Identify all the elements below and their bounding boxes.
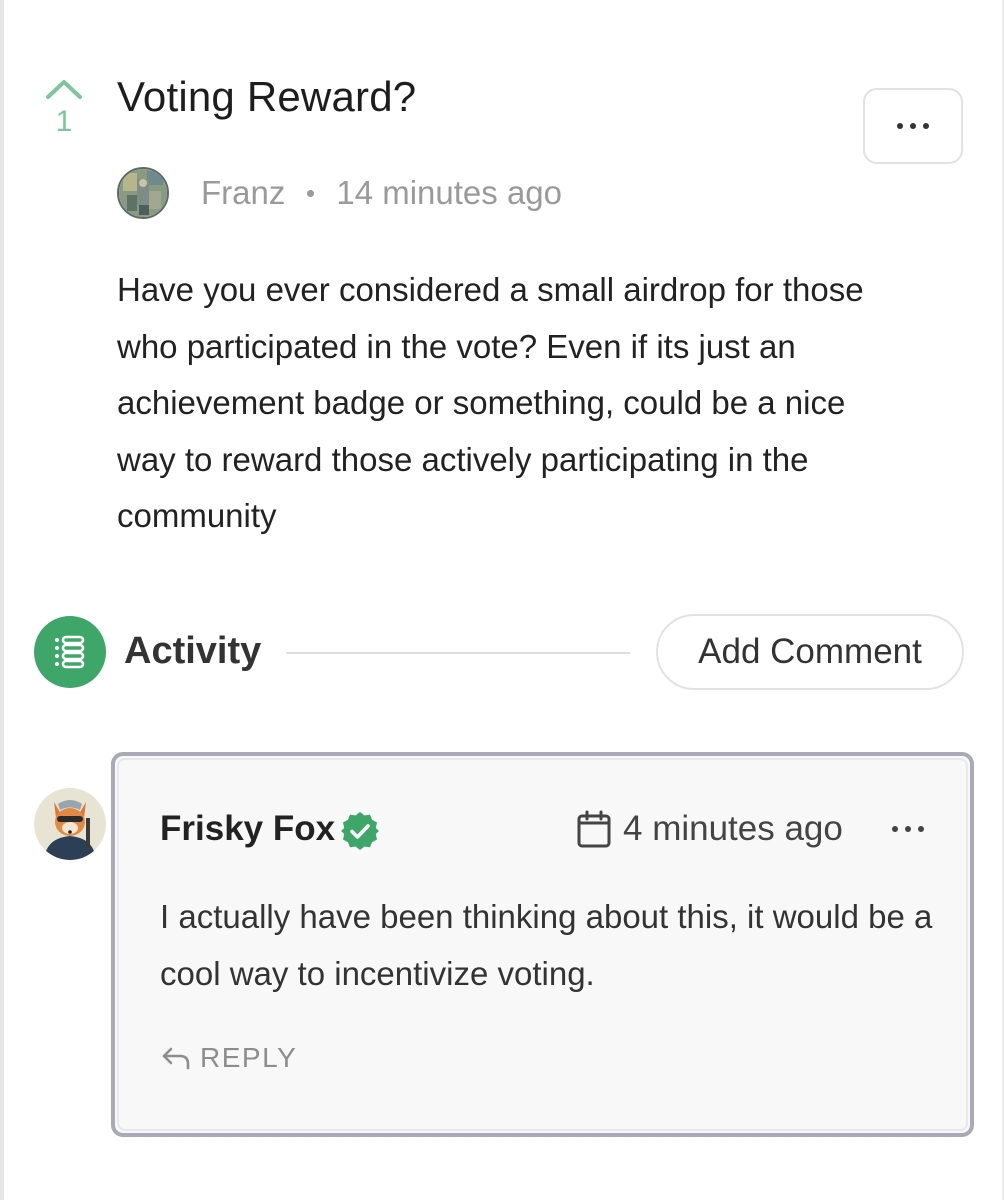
comment-timestamp: 4 minutes ago [623,809,843,848]
reply-arrow-icon [162,1047,190,1070]
comment-card: Frisky Fox 4 minutes ago I actually have… [111,752,974,1137]
post-more-button[interactable] [863,88,963,164]
reply-label: REPLY [200,1042,298,1073]
meta-separator [307,189,315,197]
reply-button[interactable]: REPLY [160,1042,297,1074]
avatar[interactable] [34,788,106,860]
post-title: Voting Reward? [117,73,417,120]
chevron-up-icon[interactable] [44,78,84,100]
post-author[interactable]: Franz [201,174,285,212]
more-horizontal-icon [897,123,929,129]
left-border [0,0,4,1200]
more-horizontal-icon [892,826,924,832]
avatar-image [119,169,167,217]
comment-body: I actually have been thinking about this… [160,898,933,992]
post-detail-page: 1 Voting Reward? Franz 14 minutes ago Ha… [0,0,1004,1200]
activity-heading: Activity [124,630,262,672]
avatar[interactable] [117,167,169,219]
post-body: Have you ever considered a small airdrop… [117,271,864,534]
verified-badge-icon [341,812,379,850]
comment-author[interactable]: Frisky Fox [160,808,335,850]
activity-list-icon [34,616,106,688]
upvote-control[interactable]: 1 [42,78,86,138]
vote-count: 1 [55,105,73,138]
post-meta: Franz 14 minutes ago [117,166,562,220]
activity-divider [286,652,630,654]
avatar-image [34,788,106,860]
calendar-icon [577,810,611,848]
comment-more-button[interactable] [887,812,929,846]
add-comment-button[interactable]: Add Comment [656,614,964,690]
post-timestamp: 14 minutes ago [336,174,563,211]
